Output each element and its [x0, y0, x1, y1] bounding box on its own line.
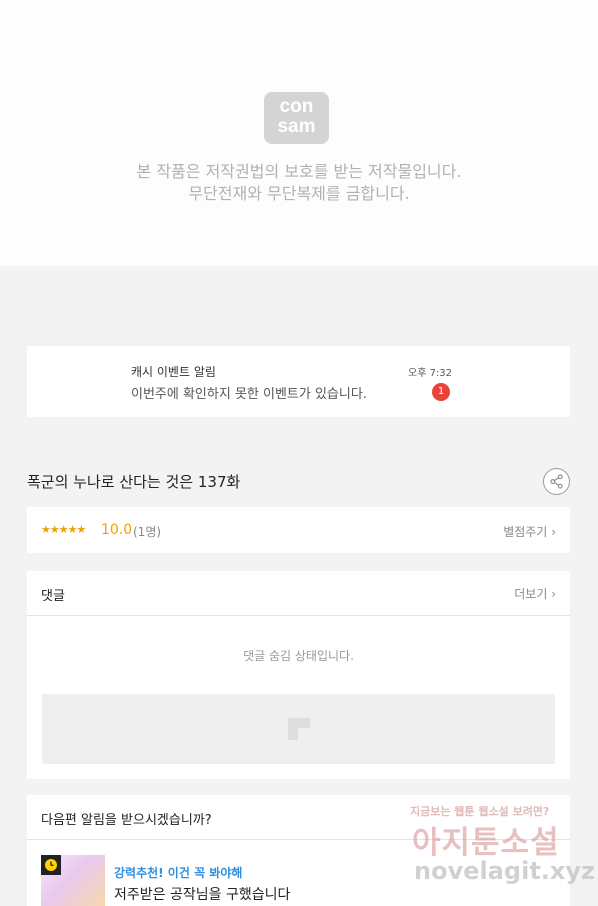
episode-title: 폭군의 누나로 산다는 것은 137화 [27, 473, 241, 491]
copyright-notice-line-1: 본 작품은 저작권법의 보호를 받는 저작물입니다. [136, 162, 462, 181]
consam-logo: con sam [264, 92, 329, 144]
copyright-section: con sam 본 작품은 저작권법의 보호를 받는 저작물입니다. 무단전재와… [0, 0, 598, 266]
chevron-right-icon: › [551, 587, 556, 601]
subscribe-card: 다음편 알림을 받으시겠습니까? 강력추천! 이건 꼭 봐야해 저주받은 공작님… [27, 795, 570, 906]
comments-title: 댓글 [41, 589, 65, 604]
event-title: 캐시 이벤트 알림 [131, 365, 216, 379]
comments-header: 댓글 더보기 › [27, 571, 570, 616]
subscribe-question: 다음편 알림을 받으시겠습니까? [41, 813, 212, 828]
rate-button-label: 별점주기 [503, 525, 548, 539]
logo-line-2: sam [277, 116, 316, 137]
comments-hidden-message: 댓글 숨김 상태입니다. [243, 649, 354, 663]
copyright-notice-line-2: 무단전재와 무단복제를 금합니다. [188, 184, 410, 203]
event-notification-card[interactable]: 캐시 이벤트 알림 이번주에 확인하지 못한 이벤트가 있습니다. 오후 7:3… [27, 346, 570, 417]
chevron-right-icon: › [551, 525, 556, 539]
promo-title[interactable]: 저주받은 공작님을 구했습니다 [114, 884, 290, 904]
notification-badge: 1 [432, 383, 450, 401]
event-message: 이번주에 확인하지 못한 이벤트가 있습니다. [131, 387, 367, 402]
share-icon [550, 474, 563, 489]
star-rating-icon: ★★★★★ [41, 523, 86, 536]
clock-icon [41, 855, 61, 875]
subscribe-header: 다음편 알림을 받으시겠습니까? [27, 795, 570, 840]
rating-card: ★★★★★ 10.0 (1명) 별점주기 › [27, 507, 570, 553]
logo-line-1: con [279, 96, 314, 117]
share-button[interactable] [543, 468, 570, 495]
more-button-label: 더보기 [514, 587, 548, 601]
ad-placeholder[interactable] [42, 694, 555, 764]
rating-votes: (1명) [133, 525, 162, 539]
promo-tag: 강력추천! 이건 꼭 봐야해 [114, 866, 243, 880]
event-time: 오후 7:32 [408, 368, 453, 379]
placeholder-image-icon [287, 718, 310, 740]
more-comments-button[interactable]: 더보기 › [514, 585, 556, 602]
rating-score: 10.0 [101, 522, 133, 538]
comments-card: 댓글 더보기 › 댓글 숨김 상태입니다. [27, 571, 570, 779]
rate-button[interactable]: 별점주기 › [503, 523, 556, 540]
recommendation-thumbnail[interactable] [41, 855, 105, 906]
